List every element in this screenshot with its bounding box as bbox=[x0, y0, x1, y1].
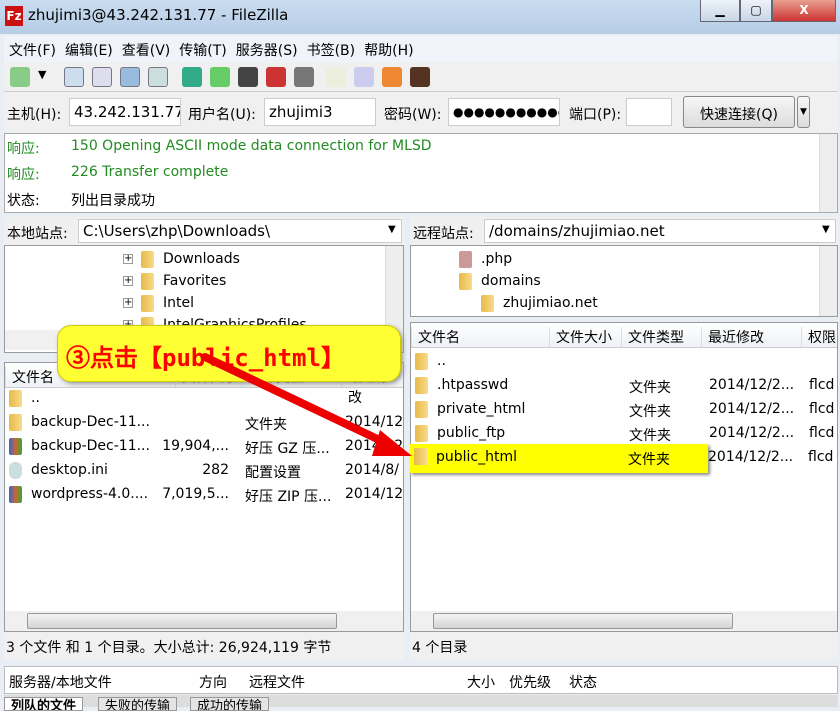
highlight-perm: flcd bbox=[808, 449, 834, 465]
highlight-date: 2014/12/2... bbox=[708, 449, 794, 465]
annotation-arrow bbox=[201, 353, 412, 456]
